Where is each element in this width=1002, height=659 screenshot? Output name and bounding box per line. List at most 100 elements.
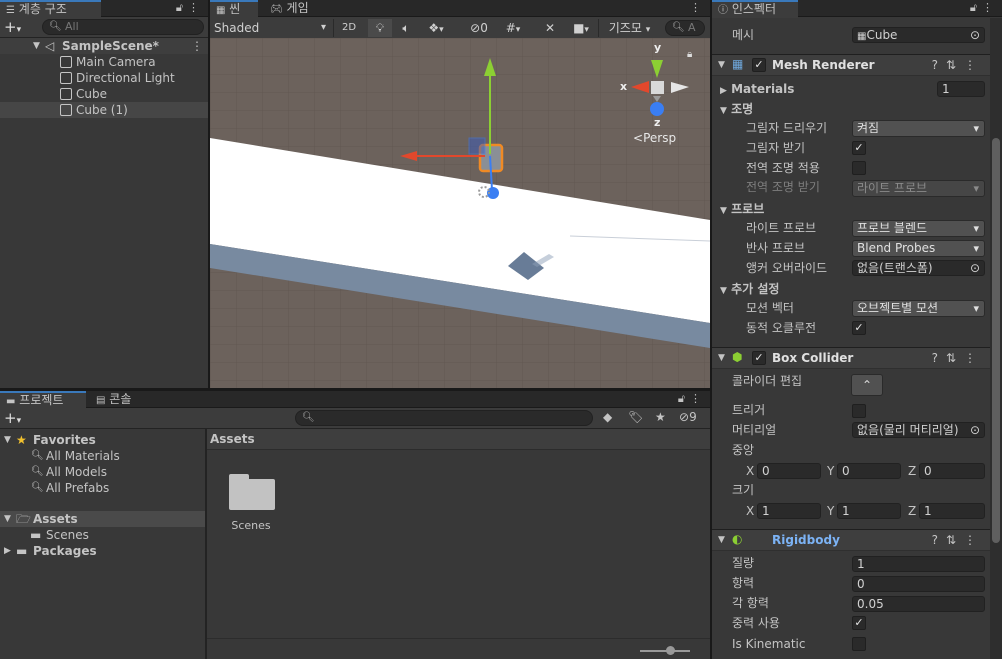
- materials-count-field[interactable]: 1: [937, 81, 985, 97]
- object-picker-icon[interactable]: ⊙: [970, 261, 980, 275]
- lighting-toggle[interactable]: 💡︎: [368, 19, 392, 37]
- lock-icon[interactable]: 🔓︎: [176, 1, 188, 14]
- center-x-label[interactable]: X: [746, 462, 754, 480]
- search-by-type-icon[interactable]: ◆: [603, 410, 612, 424]
- center-z-field[interactable]: 0: [919, 463, 985, 479]
- size-y-field[interactable]: 1: [837, 503, 901, 519]
- tree-scenes-folder[interactable]: ▬ Scenes: [0, 527, 205, 543]
- reflection-probes-dropdown[interactable]: Blend Probes: [852, 240, 985, 257]
- hidden-objects-toggle[interactable]: ⊘0: [464, 19, 494, 37]
- materials-foldout[interactable]: ▶ Materials: [720, 80, 794, 100]
- more-menu-icon[interactable]: ⋮: [690, 1, 706, 14]
- mesh-renderer-header[interactable]: ▼ ▦ ✓ Mesh Renderer ?⇅⋮: [712, 54, 990, 76]
- more-menu-icon[interactable]: ⋮: [982, 1, 998, 14]
- grid-toggle[interactable]: #▾: [498, 19, 528, 37]
- tab-console[interactable]: ▤ 콘솔: [90, 391, 137, 409]
- size-x-label[interactable]: X: [746, 502, 754, 520]
- mesh-field[interactable]: ▦Cube ⊙: [852, 27, 985, 43]
- create-asset-button[interactable]: +▾: [4, 409, 21, 427]
- project-search-input[interactable]: 🔍︎: [295, 410, 593, 426]
- search-by-label-icon[interactable]: 🏷︎: [628, 410, 643, 424]
- more-menu-icon[interactable]: ⋮: [964, 351, 984, 365]
- effects-toggle[interactable]: ❖▾: [420, 19, 452, 37]
- light-probes-dropdown[interactable]: 프로브 블렌드: [852, 220, 985, 237]
- motion-vectors-dropdown[interactable]: 오브젝트별 모션: [852, 300, 985, 317]
- presets-icon[interactable]: ⇅: [946, 58, 964, 72]
- contribute-gi-checkbox[interactable]: [852, 161, 866, 175]
- inspector-scrollbar[interactable]: [990, 18, 1002, 659]
- hidden-packages-toggle[interactable]: ⊘9: [679, 410, 697, 424]
- lock-icon[interactable]: 🔓︎: [970, 1, 982, 14]
- scene-canvas[interactable]: [210, 38, 710, 388]
- tab-game[interactable]: 🎮︎ 게임: [264, 0, 315, 18]
- edit-collider-button[interactable]: ⌃: [851, 374, 883, 396]
- center-y-label[interactable]: Y: [827, 462, 834, 480]
- asset-tile-scenes[interactable]: Scenes: [223, 474, 279, 532]
- box-collider-header[interactable]: ▼ ⬢ ✓ Box Collider ?⇅⋮: [712, 347, 990, 369]
- tree-favorite-item[interactable]: 🔍︎ All Prefabs: [0, 480, 205, 496]
- physics-material-field[interactable]: 없음(물리 머티리얼) ⊙: [852, 422, 985, 438]
- rigidbody-header[interactable]: ▼ ◐ Rigidbody ?⇅⋮: [712, 529, 990, 551]
- tree-favorite-item[interactable]: 🔍︎ All Models: [0, 464, 205, 480]
- shading-mode-dropdown[interactable]: Shaded ▾: [210, 19, 330, 37]
- foldout-arrow-icon[interactable]: ▼: [718, 353, 725, 363]
- icon-size-slider[interactable]: [640, 646, 690, 655]
- foldout-arrow-icon[interactable]: ▼: [718, 60, 725, 70]
- tree-assets[interactable]: ▼ 🗁︎ Assets: [0, 511, 205, 527]
- hierarchy-item-cube[interactable]: Cube: [0, 86, 208, 102]
- more-menu-icon[interactable]: ⋮: [964, 58, 984, 72]
- mesh-renderer-enabled-checkbox[interactable]: ✓: [752, 58, 766, 72]
- gizmos-dropdown[interactable]: 기즈모 ▾: [598, 19, 660, 37]
- object-picker-icon[interactable]: ⊙: [969, 423, 980, 437]
- additional-settings-foldout[interactable]: ▼ 추가 설정: [720, 280, 779, 300]
- tab-scene[interactable]: ▦ 씬: [210, 0, 258, 18]
- probes-foldout[interactable]: ▼ 프로브: [720, 200, 764, 220]
- hierarchy-item-cube-1[interactable]: Cube (1): [0, 102, 208, 118]
- camera-settings-button[interactable]: ■▾: [566, 19, 596, 37]
- foldout-arrow-icon[interactable]: ▼: [718, 535, 725, 545]
- tree-favorite-item[interactable]: 🔍︎ All Materials: [0, 448, 205, 464]
- help-icon[interactable]: ?: [932, 58, 946, 72]
- tree-packages[interactable]: ▶ ▬ Packages: [0, 543, 205, 559]
- help-icon[interactable]: ?: [932, 351, 946, 365]
- gizmo-center-cube[interactable]: [651, 81, 664, 94]
- lock-icon[interactable]: 🔓︎: [678, 392, 690, 405]
- cast-shadows-dropdown[interactable]: 켜짐: [852, 120, 985, 137]
- box-collider-enabled-checkbox[interactable]: ✓: [752, 351, 766, 365]
- center-x-field[interactable]: 0: [757, 463, 821, 479]
- use-gravity-checkbox[interactable]: ✓: [852, 616, 866, 630]
- scrollbar-thumb[interactable]: [992, 138, 1000, 543]
- tools-button[interactable]: ✕: [538, 19, 562, 37]
- center-z-label[interactable]: Z: [908, 462, 916, 480]
- object-picker-icon[interactable]: ⊙: [970, 28, 980, 42]
- size-x-field[interactable]: 1: [757, 503, 821, 519]
- dynamic-occlusion-checkbox[interactable]: ✓: [852, 321, 866, 335]
- hierarchy-search-input[interactable]: 🔍︎ All: [42, 19, 204, 35]
- lighting-foldout[interactable]: ▼ 조명: [720, 100, 753, 120]
- tab-project[interactable]: ▬ 프로젝트: [0, 391, 86, 409]
- angular-drag-field[interactable]: 0.05: [852, 596, 985, 612]
- scene-search-input[interactable]: 🔍︎ A: [665, 20, 705, 36]
- anchor-override-field[interactable]: 없음(트랜스폼) ⊙: [852, 260, 985, 276]
- tab-hierarchy[interactable]: ☰ 계층 구조: [0, 0, 101, 18]
- hierarchy-item-directional-light[interactable]: Directional Light: [0, 70, 208, 86]
- mass-field[interactable]: 1: [852, 556, 985, 572]
- persp-label[interactable]: <Persp: [633, 131, 676, 145]
- is-kinematic-checkbox[interactable]: [852, 637, 866, 651]
- lock-icon[interactable]: 🔒︎: [687, 49, 692, 60]
- scene-row[interactable]: ▼ ◁ SampleScene* ⋮: [0, 38, 208, 54]
- presets-icon[interactable]: ⇅: [946, 533, 964, 547]
- help-icon[interactable]: ?: [932, 533, 946, 547]
- presets-icon[interactable]: ⇅: [946, 351, 964, 365]
- receive-shadows-checkbox[interactable]: ✓: [852, 141, 866, 155]
- more-menu-icon[interactable]: ⋮: [690, 392, 706, 405]
- more-menu-icon[interactable]: ⋮: [188, 1, 204, 14]
- favorite-star-icon[interactable]: ★: [655, 410, 666, 424]
- scene-menu-icon[interactable]: ⋮: [191, 38, 203, 54]
- tree-favorites[interactable]: ▼ ★ Favorites: [0, 432, 205, 448]
- add-object-button[interactable]: +▾: [4, 18, 21, 36]
- drag-field[interactable]: 0: [852, 576, 985, 592]
- audio-toggle[interactable]: 🔈︎: [394, 19, 418, 37]
- size-z-field[interactable]: 1: [919, 503, 985, 519]
- scene-viewport[interactable]: y x z <Persp 🔒︎: [210, 38, 710, 388]
